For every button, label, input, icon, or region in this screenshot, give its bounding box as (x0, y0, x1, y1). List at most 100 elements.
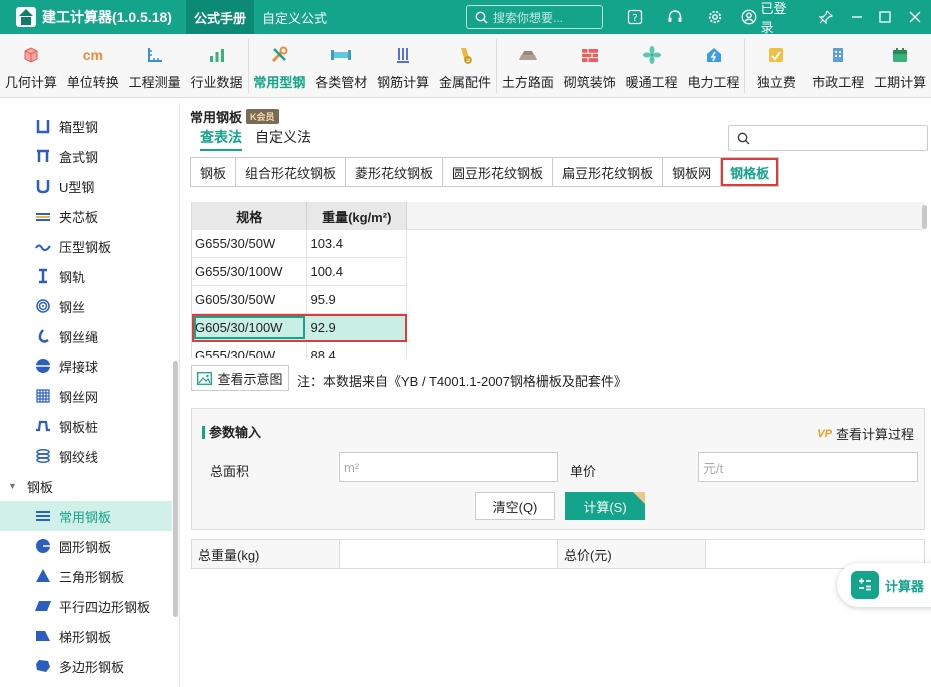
tool-rebar[interactable]: 钢筋计算 (372, 34, 434, 98)
help-icon[interactable]: ? (615, 0, 655, 34)
table-header-filler (407, 202, 924, 230)
tab-custom-formula[interactable]: 自定义公式 (254, 0, 335, 34)
tool-pipes[interactable]: 各类管材 (310, 34, 372, 98)
tool-earthwork-road[interactable]: 土方路面 (497, 34, 559, 98)
tool-label: 工程测量 (128, 75, 181, 90)
tool-label: 电力工程 (687, 75, 740, 90)
tool-masonry[interactable]: 砌筑装饰 (559, 34, 621, 98)
tool-metal-fitting[interactable]: 金属配件 (434, 34, 496, 98)
expand-triangle-icon: ▼ (8, 481, 17, 491)
table-row[interactable]: G655/30/100W 100.4 (192, 258, 407, 286)
tab-formula-manual[interactable]: 公式手册 (185, 0, 254, 34)
header-weight[interactable]: 重量(kg/m²) (307, 202, 407, 230)
area-label: 总面积 (210, 464, 250, 479)
calculate-button[interactable]: 计算(S) (565, 492, 645, 520)
sidebar-group-steel-plate[interactable]: ▼ 钢板 (0, 471, 172, 501)
sidebar-item-rail[interactable]: 钢轨 (0, 261, 172, 291)
municipal-icon (827, 44, 849, 66)
sidebar-item-box-type-steel[interactable]: 盒式钢 (0, 141, 172, 171)
close-icon[interactable] (899, 0, 931, 34)
table-row-selected[interactable]: G605/30/100W 92.9 (192, 314, 407, 342)
tab-combined-pattern[interactable]: 组合形花纹钢板 (235, 157, 347, 187)
sidebar-item-parallelogram-plate[interactable]: 平行四边形钢板 (0, 591, 172, 621)
sidebar-item-strand[interactable]: 钢绞线 (0, 441, 172, 471)
tab-steel-plate[interactable]: 钢板 (190, 157, 237, 187)
calculator-fab[interactable]: 计算器 (837, 563, 931, 607)
sidebar-item-common-plate[interactable]: 常用钢板 (0, 501, 172, 531)
total-price-label: 总价(元) (558, 540, 706, 568)
gear-icon[interactable] (695, 0, 735, 34)
global-search-input[interactable]: 搜索你想要... (466, 5, 603, 29)
sidebar-item-triangle-plate[interactable]: 三角形钢板 (0, 561, 172, 591)
price-input[interactable]: 元/t (698, 452, 918, 482)
headset-icon[interactable] (655, 0, 695, 34)
table-row[interactable]: G605/30/50W 95.9 (192, 286, 407, 314)
tool-hvac[interactable]: 暖通工程 (621, 34, 683, 98)
tab-diamond-pattern[interactable]: 菱形花纹钢板 (345, 157, 444, 187)
tool-unit-convert[interactable]: cm 单位转换 (62, 34, 124, 98)
sidebar-item-steel-wire[interactable]: 钢丝 (0, 291, 172, 321)
tab-expanded-mesh[interactable]: 钢板网 (662, 157, 722, 187)
tool-schedule[interactable]: 工期计算 (869, 34, 931, 98)
clear-button[interactable]: 清空(Q) (475, 492, 555, 520)
pin-icon[interactable] (809, 0, 843, 34)
tool-label: 各类管材 (315, 75, 368, 90)
sidebar-item-profiled-sheet[interactable]: 压型钢板 (0, 231, 172, 261)
wire-mesh-icon (34, 387, 52, 405)
sidebar-item-u-steel[interactable]: U型钢 (0, 171, 172, 201)
sidebar-item-label: 钢绞线 (59, 449, 99, 465)
brick-icon (579, 44, 601, 66)
header-spec[interactable]: 规格 (192, 202, 308, 230)
view-diagram-label: 查看示意图 (217, 371, 283, 387)
tab-lentil-pattern[interactable]: 扁豆形花纹钢板 (552, 157, 664, 187)
tool-power[interactable]: 电力工程 (683, 34, 745, 98)
tool-measure[interactable]: 工程测量 (124, 34, 186, 98)
tool-common-steel[interactable]: 常用型钢 (248, 34, 310, 98)
tool-label: 金属配件 (439, 75, 492, 90)
app-title: 建工计算器(1.0.5.18) (42, 9, 172, 25)
sidebar-item-trapezoid-plate[interactable]: 梯形钢板 (0, 621, 172, 651)
sidebar-item-sheet-pile[interactable]: 钢板桩 (0, 411, 172, 441)
tool-industry-data[interactable]: 行业数据 (186, 34, 248, 98)
sidebar-item-polygon-plate[interactable]: 多边形钢板 (0, 651, 172, 681)
trapezoid-plate-icon (34, 627, 52, 645)
sidebar-item-circular-plate[interactable]: 圆形钢板 (0, 531, 172, 561)
tab-round-bean-pattern[interactable]: 圆豆形花纹钢板 (442, 157, 554, 187)
sidebar-item-welded-ball[interactable]: 焊接球 (0, 351, 172, 381)
table-row[interactable]: G555/30/50W 88.4 (192, 342, 407, 358)
sidebar-item-box-steel[interactable]: 箱型钢 (0, 111, 172, 141)
sidebar-item-sandwich-panel[interactable]: 夹芯板 (0, 201, 172, 231)
table-scrollbar[interactable] (922, 205, 927, 229)
price-label: 单价 (570, 464, 597, 479)
tab-steel-grating[interactable]: 钢格板 (720, 157, 780, 187)
tab-custom-method[interactable]: 自定义法 (255, 127, 311, 151)
tool-geometry[interactable]: 几何计算 (0, 34, 62, 98)
maximize-icon[interactable] (871, 0, 899, 34)
table-header: 规格 重量(kg/m²) (192, 202, 407, 230)
spec-table: 规格 重量(kg/m²) G655/30/50W 103.4 G655/30/1… (191, 202, 407, 358)
tools-icon (268, 44, 290, 66)
sidebar-item-label: 焊接球 (59, 359, 99, 375)
sidebar: 箱型钢 盒式钢 U型钢 夹芯板 压型钢板 钢轨 钢丝 钢丝绳 焊接球 钢丝网 钢… (0, 103, 180, 687)
sidebar-item-label: 箱型钢 (59, 119, 99, 135)
area-input[interactable]: m² (339, 452, 558, 482)
user-login[interactable]: 已登录 (735, 0, 806, 35)
sidebar-scrollbar[interactable] (173, 361, 178, 617)
sidebar-item-wire-mesh[interactable]: 钢丝网 (0, 381, 172, 411)
tool-independent-fee[interactable]: 独立费 (745, 34, 807, 98)
global-search-placeholder: 搜索你想要... (493, 10, 564, 25)
circular-plate-icon (34, 537, 52, 555)
view-calc-process-link[interactable]: VP 查看计算过程 (817, 424, 914, 443)
tab-lookup-method[interactable]: 查表法 (200, 127, 242, 151)
svg-text:?: ? (632, 13, 637, 24)
tool-label: 市政工程 (812, 75, 865, 90)
minimize-icon[interactable] (843, 0, 871, 34)
sidebar-item-label: 多边形钢板 (59, 659, 125, 675)
tool-municipal[interactable]: 市政工程 (807, 34, 869, 98)
sidebar-item-label: 盒式钢 (59, 149, 99, 165)
table-search-input[interactable] (728, 125, 928, 151)
login-status: 已登录 (760, 1, 787, 35)
table-row[interactable]: G655/30/50W 103.4 (192, 230, 407, 258)
sidebar-item-wire-rope[interactable]: 钢丝绳 (0, 321, 172, 351)
view-diagram-button[interactable]: 查看示意图 (191, 365, 289, 391)
